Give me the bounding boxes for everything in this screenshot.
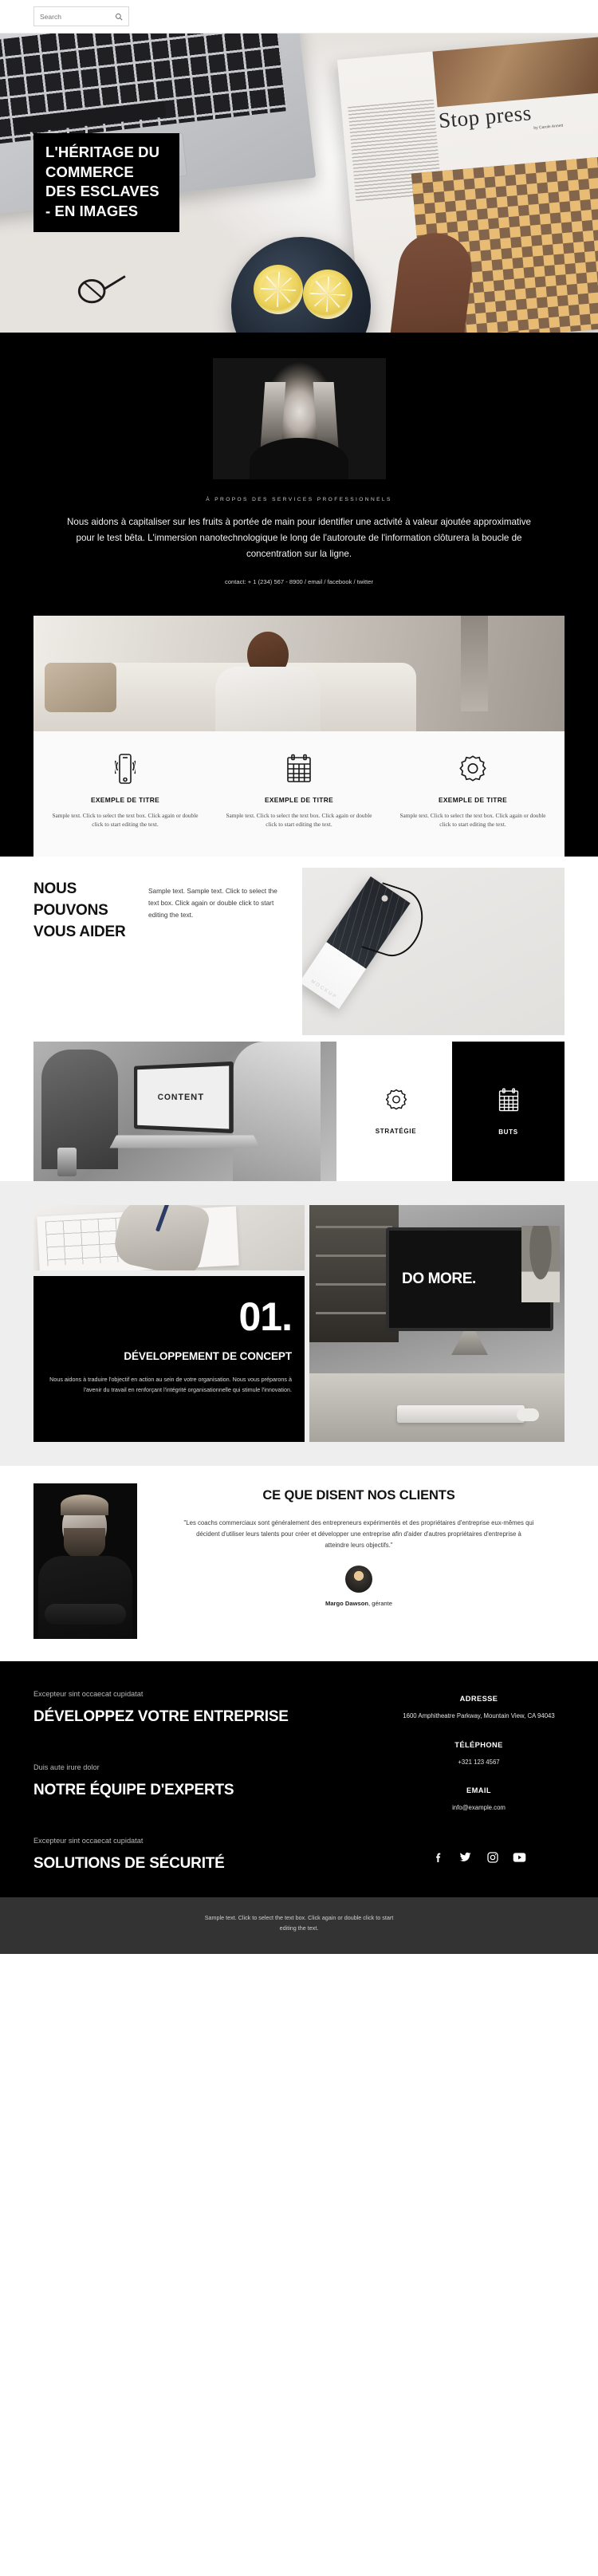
workspace-image: DO MORE. [309,1205,565,1443]
eyeglasses-icon [77,275,126,304]
testimonial-author-role: , gérante [368,1599,392,1607]
help-card-buts[interactable]: BUTS [452,1042,565,1182]
testimonial-side-image [33,1483,137,1640]
help-description: Sample text. Sample text. Click to selec… [148,887,277,919]
about-contact-line[interactable]: contact: + 1 (234) 567 - 8900 / email / … [0,578,598,585]
help-card-strategie[interactable]: STRATÉGIE [340,1042,452,1182]
footer-kicker: Duis aute irure dolor [33,1763,100,1772]
about-portrait-image [212,358,386,479]
testimonial-quote: "Les coachs commerciaux sont généralemen… [183,1519,534,1549]
footer-heading: DÉVELOPPEZ VOTRE ENTREPRISE [33,1708,289,1726]
instagram-icon[interactable] [486,1850,499,1864]
feature-title: EXEMPLE DE TITRE [438,795,508,804]
feature-item: EXEMPLE DE TITRE Sample text. Click to s… [41,752,209,829]
feature-list: EXEMPLE DE TITRE Sample text. Click to s… [33,731,565,857]
footer-contact-value: 1600 Amphitheatre Parkway, Mountain View… [403,1712,555,1720]
bottom-text: Sample text. Click to select the text bo… [204,1913,394,1932]
feature-section: EXEMPLE DE TITRE Sample text. Click to s… [0,615,598,857]
laptop-work-image: CONTENT [33,1042,336,1182]
gear-icon [384,1088,408,1116]
footer-contact-label: ADRESSE [459,1695,498,1704]
monitor-text: DO MORE. [402,1270,476,1287]
testimonial-author: Margo Dawson, gérante [159,1600,558,1607]
sketch-hand-image [33,1205,305,1271]
top-bar [0,0,598,33]
feature-title: EXEMPLE DE TITRE [90,795,160,804]
youtube-icon[interactable] [513,1850,526,1864]
footer-kicker: Excepteur sint occaecat cupidatat [33,1690,144,1699]
concept-section: 01. DÉVELOPPEMENT DE CONCEPT Nous aidons… [0,1181,598,1467]
testimonials-heading: CE QUE DISENT NOS CLIENTS [262,1488,455,1503]
help-card-label: STRATÉGIE [375,1128,417,1136]
feature-text: Sample text. Click to select the text bo… [399,811,546,829]
calendar-icon [223,752,375,786]
mobile-phone-icon [49,752,201,786]
about-kicker: À PROPOS DES SERVICES PROFESSIONNELS [206,497,392,502]
footer-block: Duis aute irure dolor NOTRE ÉQUIPE D'EXP… [33,1763,369,1800]
footer-contact-value[interactable]: +321 123 4567 [393,1758,565,1768]
search-input[interactable] [40,12,112,21]
help-heading: NOUS POUVONS VOUS AIDER [33,880,126,941]
feature-banner-image [33,615,565,731]
footer: Excepteur sint occaecat cupidatat DÉVELO… [0,1661,598,1897]
bottom-bar: Sample text. Click to select the text bo… [0,1897,598,1955]
help-card-label: BUTS [498,1128,518,1136]
search-box[interactable] [33,6,129,26]
footer-block: Excepteur sint occaecat cupidatat SOLUTI… [33,1837,369,1873]
footer-contact-value[interactable]: info@example.com [393,1803,565,1814]
avatar [345,1565,372,1593]
concept-title: DÉVELOPPEMENT DE CONCEPT [124,1350,292,1363]
about-section: À PROPOS DES SERVICES PROFESSIONNELS Nou… [0,333,598,616]
search-icon[interactable] [115,13,123,21]
testimonials-section: CE QUE DISENT NOS CLIENTS "Les coachs co… [0,1466,598,1662]
feature-item: EXEMPLE DE TITRE Sample text. Click to s… [389,752,557,829]
tag-mockup-image: MOCKUP [302,868,565,1036]
facebook-icon[interactable] [431,1850,445,1864]
gear-icon [397,752,549,786]
footer-heading: SOLUTIONS DE SÉCURITÉ [33,1855,225,1873]
hero-title: L'HÉRITAGE DU COMMERCE DES ESCLAVES - EN… [33,133,179,233]
concept-card: 01. DÉVELOPPEMENT DE CONCEPT Nous aidons… [33,1276,305,1443]
footer-contact-label: TÉLÉPHONE [454,1740,503,1749]
feature-title: EXEMPLE DE TITRE [264,795,334,804]
social-links [393,1850,565,1864]
hero-section: Stop press by Carole Annett L'HÉRITAGE D… [0,33,598,333]
calendar-icon [498,1088,520,1117]
concept-text: Nous aidons à traduire l'objectif en act… [49,1375,292,1394]
testimonial-author-name: Margo Dawson [325,1599,369,1607]
help-section: NOUS POUVONS VOUS AIDER Sample text. Sam… [0,857,598,1182]
about-paragraph: Nous aidons à capitaliser sur les fruits… [67,517,531,559]
footer-heading: NOTRE ÉQUIPE D'EXPERTS [33,1782,234,1799]
feature-item: EXEMPLE DE TITRE Sample text. Click to s… [215,752,383,829]
footer-kicker: Excepteur sint occaecat cupidatat [33,1837,144,1845]
feature-text: Sample text. Click to select the text bo… [52,811,199,829]
laptop-screen-text: CONTENT [157,1092,205,1103]
twitter-icon[interactable] [458,1850,472,1864]
concept-number: 01. [238,1294,293,1340]
feature-text: Sample text. Click to select the text bo… [226,811,372,829]
footer-contact-label: EMAIL [466,1786,491,1795]
footer-block: Excepteur sint occaecat cupidatat DÉVELO… [33,1690,369,1727]
